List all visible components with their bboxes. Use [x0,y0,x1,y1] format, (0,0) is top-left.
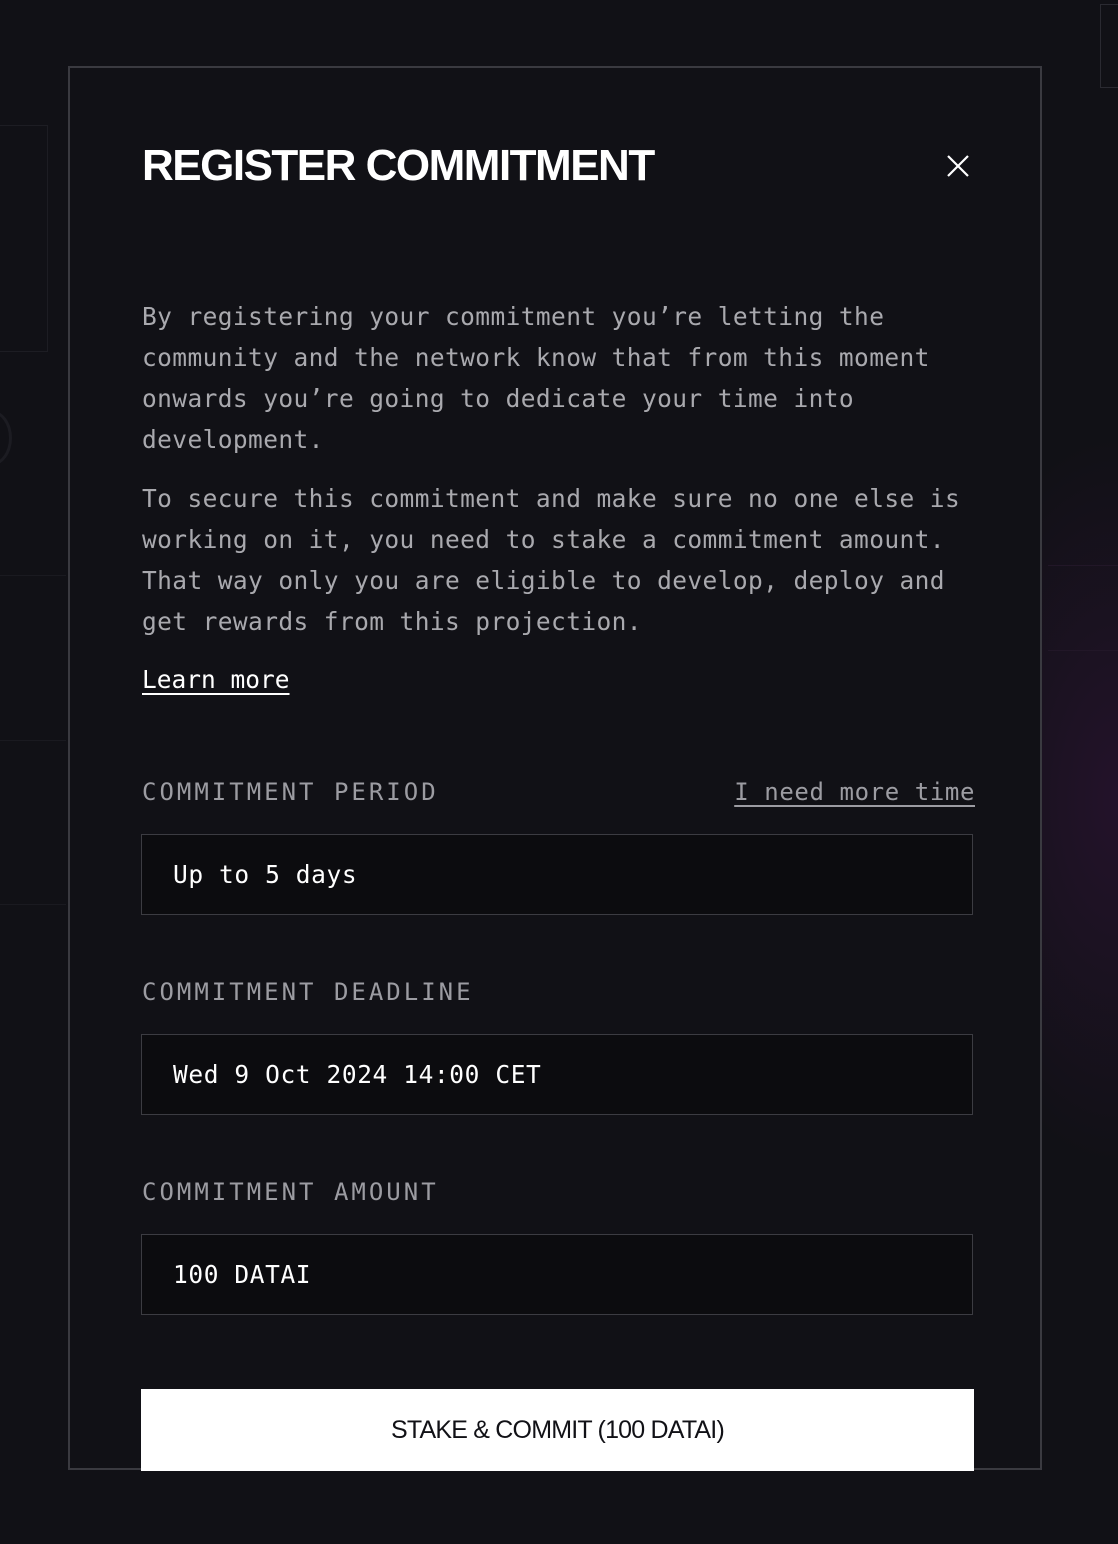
commitment-period-field[interactable]: Up to 5 days [141,834,973,915]
register-commitment-modal: REGISTER COMMITMENT By registering your … [68,66,1042,1471]
modal-title: REGISTER COMMITMENT [142,141,655,190]
commitment-period-value: Up to 5 days [173,860,358,889]
background-decoration [0,410,12,466]
close-icon [946,154,970,178]
background-divider [0,740,66,741]
commitment-amount-field[interactable]: 100 DATAI [141,1234,973,1315]
background-divider [1048,565,1118,566]
background-divider [0,575,66,576]
commitment-deadline-label: COMMITMENT DEADLINE [142,978,474,1006]
commitment-amount-value: 100 DATAI [173,1260,312,1289]
commitment-amount-label: COMMITMENT AMOUNT [142,1178,439,1206]
learn-more-link[interactable]: Learn more [142,662,290,698]
commitment-period-label: COMMITMENT PERIOD [142,778,439,806]
background-divider [1048,650,1118,651]
need-more-time-link[interactable]: I need more time [734,776,975,808]
commitment-deadline-field[interactable]: Wed 9 Oct 2024 14:00 CET [141,1034,973,1115]
background-panel [1100,4,1118,88]
background-divider [0,904,66,905]
close-button[interactable] [944,152,972,180]
background-panel [0,125,48,352]
description-paragraph: To secure this commitment and make sure … [142,484,961,636]
description-paragraph: By registering your commitment you’re le… [142,302,930,454]
commitment-deadline-value: Wed 9 Oct 2024 14:00 CET [173,1060,542,1089]
stake-and-commit-button[interactable]: STAKE & COMMIT (100 DATAI) [141,1389,974,1471]
